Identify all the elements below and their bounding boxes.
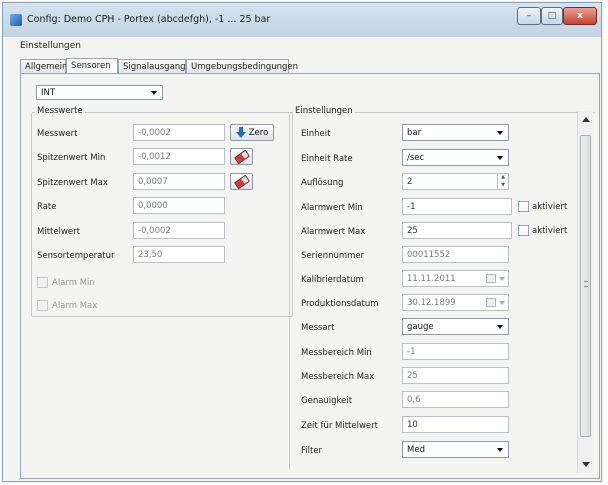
- einheit-value: bar: [407, 128, 422, 138]
- arrow-down-icon: [235, 127, 246, 138]
- eraser-icon: [233, 149, 250, 164]
- produktionsdatum-value: 30.12.1899: [407, 298, 456, 308]
- seriennummer-label: Seriennummer: [301, 251, 365, 261]
- tab-allgemein[interactable]: Allgemein: [20, 59, 67, 74]
- grip-icon: [584, 281, 588, 287]
- alarmwert-max-aktiviert-checkbox[interactable]: [518, 225, 529, 236]
- alarmwert-max-field[interactable]: 25: [402, 222, 512, 239]
- maximize-button[interactable]: □: [541, 7, 563, 25]
- einstellungen-title: Einstellungen: [293, 106, 355, 116]
- chevron-down-icon: [497, 448, 503, 452]
- spitzenwert-min-label: Spitzenwert Min: [37, 153, 106, 163]
- produktionsdatum-label: Produktionsdatum: [301, 299, 379, 309]
- sensortemperatur-label: Sensortemperatur: [37, 251, 115, 261]
- filter-select[interactable]: Med: [402, 441, 509, 458]
- zero-button[interactable]: Zero: [230, 124, 274, 141]
- rate-label: Rate: [37, 202, 57, 212]
- rate-field: 0,0000: [133, 197, 225, 214]
- aufloesung-spinner[interactable]: ▲ ▼: [497, 173, 508, 190]
- zeit-mittelwert-label: Zeit für Mittelwert: [301, 421, 378, 431]
- mittelwert-field: -0,0002: [133, 222, 225, 239]
- einheit-label: Einheit: [301, 129, 331, 139]
- chevron-down-icon: [151, 91, 157, 95]
- aufloesung-field[interactable]: 2 ▲ ▼: [402, 173, 509, 190]
- chevron-down-icon: [499, 301, 505, 305]
- messbereich-min-field: -1: [402, 343, 509, 360]
- alarm-max-label: Alarm Max: [52, 301, 98, 311]
- tab-umgebungsbedingungen[interactable]: Umgebungsbedingungen: [186, 59, 298, 74]
- config-window: Config: Demo CPH - Portex (abcdefgh), -1…: [2, 2, 602, 482]
- aufloesung-label: Auflösung: [301, 178, 344, 188]
- filter-value: Med: [407, 445, 425, 455]
- chevron-down-icon: [499, 277, 505, 281]
- filter-label: Filter: [301, 446, 323, 456]
- einheit-rate-select[interactable]: /sec: [402, 149, 509, 166]
- tab-sensoren[interactable]: Sensoren: [66, 58, 118, 74]
- scroll-down-icon[interactable]: [582, 462, 590, 467]
- spitzenwert-min-field: -0,0012: [133, 148, 225, 165]
- aufloesung-value: 2: [407, 177, 413, 187]
- alarmwert-min-aktiviert-label: aktiviert: [532, 202, 568, 212]
- messwerte-title: Messwerte: [35, 106, 85, 116]
- messwert-field: -0,0002: [133, 124, 225, 141]
- messbereich-min-label: Messbereich Min: [301, 348, 372, 358]
- spin-down-icon[interactable]: ▼: [498, 181, 508, 189]
- reset-min-button[interactable]: [230, 148, 253, 165]
- close-button[interactable]: x: [563, 7, 597, 25]
- messbereich-max-label: Messbereich Max: [301, 372, 375, 382]
- vertical-scrollbar[interactable]: [577, 111, 593, 473]
- produktionsdatum-field: 30.12.1899: [402, 294, 509, 311]
- sensortemperatur-field: 23,50: [133, 246, 225, 263]
- messart-select[interactable]: gauge: [402, 318, 509, 335]
- title-bar[interactable]: Config: Demo CPH - Portex (abcdefgh), -1…: [3, 3, 601, 37]
- alarm-min-label: Alarm Min: [52, 278, 95, 288]
- app-icon: [10, 14, 22, 26]
- tab-signalausgang[interactable]: Signalausgang: [118, 59, 186, 74]
- alarmwert-max-aktiviert-label: aktiviert: [532, 226, 568, 236]
- einheit-rate-label: Einheit Rate: [301, 154, 353, 164]
- kalibrierdatum-field: 11.11.2011: [402, 270, 509, 287]
- genauigkeit-label: Genauigkeit: [301, 396, 353, 406]
- kalibrierdatum-label: Kalibrierdatum: [301, 275, 364, 285]
- eraser-icon: [233, 174, 250, 189]
- messwert-label: Messwert: [37, 129, 78, 139]
- genauigkeit-field: 0,6: [402, 391, 509, 408]
- kalibrierdatum-value: 11.11.2011: [407, 274, 456, 284]
- sensoren-panel: INT Messwerte Messwert -0,0002 Zero Spit…: [20, 73, 600, 479]
- sensor-select-value: INT: [41, 88, 56, 98]
- reset-max-button[interactable]: [230, 173, 253, 190]
- sensor-select[interactable]: INT: [36, 85, 163, 100]
- seriennummer-field: 00011552: [402, 246, 509, 263]
- settings-group-label: Einstellungen: [20, 41, 82, 51]
- einheit-select[interactable]: bar: [402, 124, 509, 141]
- chevron-down-icon: [497, 325, 503, 329]
- calendar-icon: [486, 274, 496, 283]
- alarmwert-min-label: Alarmwert Min: [301, 203, 363, 213]
- chevron-down-icon: [497, 156, 503, 160]
- messart-value: gauge: [407, 322, 434, 332]
- alarmwert-min-aktiviert-checkbox[interactable]: [518, 201, 529, 212]
- alarm-max-checkbox[interactable]: [37, 300, 48, 311]
- alarmwert-max-label: Alarmwert Max: [301, 227, 366, 237]
- einheit-rate-value: /sec: [407, 153, 425, 163]
- calendar-icon: [486, 298, 496, 307]
- minimize-button[interactable]: –: [517, 7, 541, 25]
- alarmwert-min-field[interactable]: -1: [402, 198, 512, 215]
- zero-button-label: Zero: [248, 127, 269, 138]
- scroll-up-icon[interactable]: [582, 117, 590, 122]
- spitzenwert-max-label: Spitzenwert Max: [37, 178, 108, 188]
- mittelwert-label: Mittelwert: [37, 227, 80, 237]
- spin-up-icon[interactable]: ▲: [498, 173, 508, 181]
- scroll-thumb[interactable]: [580, 135, 591, 437]
- messbereich-max-field: 25: [402, 367, 509, 384]
- chevron-down-icon: [497, 131, 503, 135]
- messart-label: Messart: [301, 323, 335, 333]
- spitzenwert-max-field: 0,0007: [133, 173, 225, 190]
- window-title: Config: Demo CPH - Portex (abcdefgh), -1…: [27, 14, 271, 25]
- alarm-min-checkbox[interactable]: [37, 277, 48, 288]
- zeit-mittelwert-field[interactable]: 10: [402, 416, 509, 433]
